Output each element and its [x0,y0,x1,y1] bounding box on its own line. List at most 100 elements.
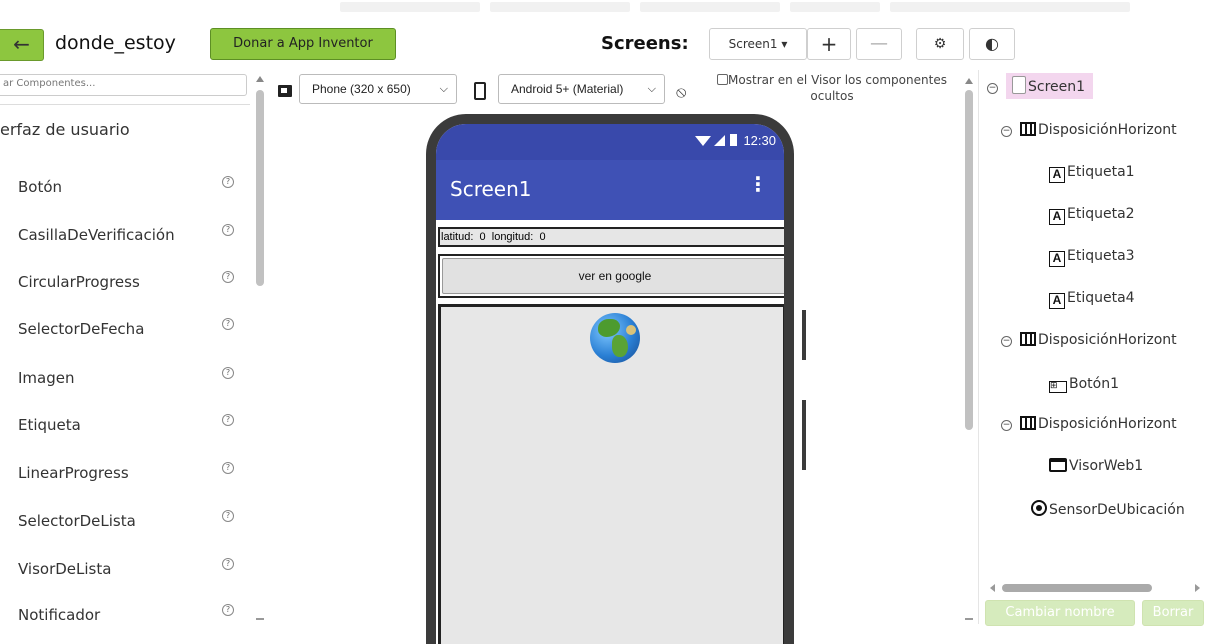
phone-side-button [802,310,806,360]
show-hidden-components-checkbox[interactable]: Mostrar en el Visor los componentes ocul… [704,72,960,104]
tree-node-label: DisposiciónHorizont [1038,332,1177,348]
remove-screen-button[interactable]: — [856,28,902,60]
palette-item-label: VisorDeLista [18,560,112,578]
tree-node-label: SensorDeUbicación [1049,502,1185,518]
palette-item-label: Botón [18,178,63,196]
device-size-select[interactable]: Phone (320 x 650) ⌵ [299,74,457,104]
horizontal-arrangement-labels[interactable]: latitud: 0 longitud: 0 [438,227,784,247]
show-hidden-label: Mostrar en el Visor los componentes ocul… [728,73,947,103]
delete-button[interactable]: Borrar [1142,600,1204,626]
palette-item-label-component[interactable]: Etiqueta? [0,404,250,450]
collapse-icon[interactable]: − [987,83,998,94]
phone-preview-icon[interactable] [474,82,486,100]
top-strip-placeholder [640,2,780,12]
horizontal-arrangement-icon [1020,122,1036,136]
palette-item-list-picker[interactable]: SelectorDeLista? [0,500,250,546]
palette-item-label: SelectorDeLista [18,512,136,530]
location-sensor-icon [1031,500,1047,516]
screen-select-dropdown[interactable]: Screen1 ▾ [709,28,807,60]
help-icon[interactable]: ? [222,224,234,236]
palette-search-input[interactable]: ar Componentes... [0,74,247,96]
tree-node-etiqueta3[interactable]: A Etiqueta3 [1049,248,1135,278]
google-button-preview[interactable]: ver en google [442,258,784,294]
globe-landmass [626,325,636,335]
help-icon[interactable]: ? [222,271,234,283]
tree-node-etiqueta2[interactable]: A Etiqueta2 [1049,206,1135,236]
scrollbar-thumb[interactable] [1002,584,1152,592]
help-icon[interactable]: ? [222,604,234,616]
tree-node-arrangement2[interactable]: − DisposiciónHorizont [1001,332,1177,362]
help-icon[interactable]: ? [222,318,234,330]
scroll-down-icon[interactable] [965,618,973,620]
tree-node-screen1[interactable]: − Screen1 [987,73,1094,106]
scrollbar-thumb[interactable] [965,90,973,430]
collapse-icon[interactable]: − [1001,420,1012,431]
tree-node-etiqueta4[interactable]: A Etiqueta4 [1049,290,1135,320]
palette-category-user-interface[interactable]: erfaz de usuario [0,120,130,139]
help-icon[interactable]: ? [222,462,234,474]
palette-item-circular-progress[interactable]: CircularProgress? [0,261,250,307]
palette-item-date-picker[interactable]: SelectorDeFecha? [0,308,250,354]
overflow-menu-icon: ⋮ [748,172,768,196]
tree-node-label: Etiqueta4 [1067,290,1135,306]
tree-node-label: Etiqueta3 [1067,248,1135,264]
viewer-scrollbar[interactable] [962,70,976,624]
scroll-up-icon[interactable] [256,76,264,82]
palette-item-checkbox[interactable]: CasillaDeVerificación? [0,214,250,260]
palette-item-button[interactable]: Botón? [0,166,250,212]
collapse-icon[interactable]: − [1001,336,1012,347]
signal-icon [714,135,726,146]
phone-app-bar[interactable]: Screen1 ⋮ [436,160,784,220]
horizontal-arrangement-webviewer[interactable] [438,304,784,644]
phone-status-bar: 12:30 [436,124,784,160]
help-icon[interactable]: ? [222,367,234,379]
globe-icon[interactable] [590,313,640,363]
help-icon[interactable]: ? [222,176,234,188]
tree-node-selected[interactable]: Screen1 [1006,73,1094,99]
hidden-components-icon[interactable]: ⦸ [676,82,686,102]
tree-horizontal-scrollbar[interactable] [990,582,1206,594]
palette-scrollbar[interactable] [252,70,268,624]
scroll-down-icon[interactable] [256,618,264,620]
scroll-right-icon[interactable] [1195,584,1200,592]
back-arrow-button[interactable]: ← [0,29,44,61]
palette-item-image[interactable]: Imagen? [0,357,250,403]
scrollbar-thumb[interactable] [256,90,264,286]
theme-select[interactable]: Android 5+ (Material) ⌵ [498,74,665,104]
project-properties-button[interactable]: ⚙ [916,28,964,60]
top-strip-placeholder [490,2,630,12]
tablet-size-icon[interactable] [278,85,292,97]
label-icon: A [1049,209,1065,225]
web-viewer-icon [1049,458,1067,472]
horizontal-arrangement-button[interactable]: ver en google [438,254,784,298]
donate-button[interactable]: Donar a App Inventor [210,28,396,60]
rename-button[interactable]: Cambiar nombre [985,600,1135,626]
checkbox-icon[interactable] [717,74,729,85]
theme-value: Android 5+ (Material) [511,82,624,96]
tree-node-arrangement1[interactable]: − DisposiciónHorizont [1001,122,1177,152]
scroll-left-icon[interactable] [990,584,995,592]
tree-node-label: Botón1 [1069,376,1120,392]
tree-node-arrangement3[interactable]: − DisposiciónHorizont [1001,416,1177,446]
palette-item-list-view[interactable]: VisorDeLista? [0,548,250,594]
palette-divider [0,104,250,105]
palette-item-label: Notificador [18,606,101,624]
help-icon[interactable]: ? [222,558,234,570]
tree-node-etiqueta1[interactable]: A Etiqueta1 [1049,164,1135,194]
tree-node-location-sensor[interactable]: SensorDeUbicación [1031,500,1185,530]
language-button[interactable]: ◐ [969,28,1015,60]
project-name: donde_estoy [55,32,176,54]
palette-item-notifier[interactable]: Notificador? [0,594,250,640]
tree-node-boton1[interactable]: ⊞ Botón1 [1049,376,1119,406]
scroll-up-icon[interactable] [965,78,973,84]
top-strip-placeholder [340,2,480,12]
help-icon[interactable]: ? [222,414,234,426]
globe-landmass [612,335,628,357]
tree-node-visorweb1[interactable]: VisorWeb1 [1049,458,1143,488]
add-screen-button[interactable]: + [807,28,851,60]
help-icon[interactable]: ? [222,510,234,522]
tree-node-label: VisorWeb1 [1069,458,1144,474]
collapse-icon[interactable]: − [1001,126,1012,137]
palette-item-linear-progress[interactable]: LinearProgress? [0,452,250,498]
palette-item-label: LinearProgress [18,464,129,482]
